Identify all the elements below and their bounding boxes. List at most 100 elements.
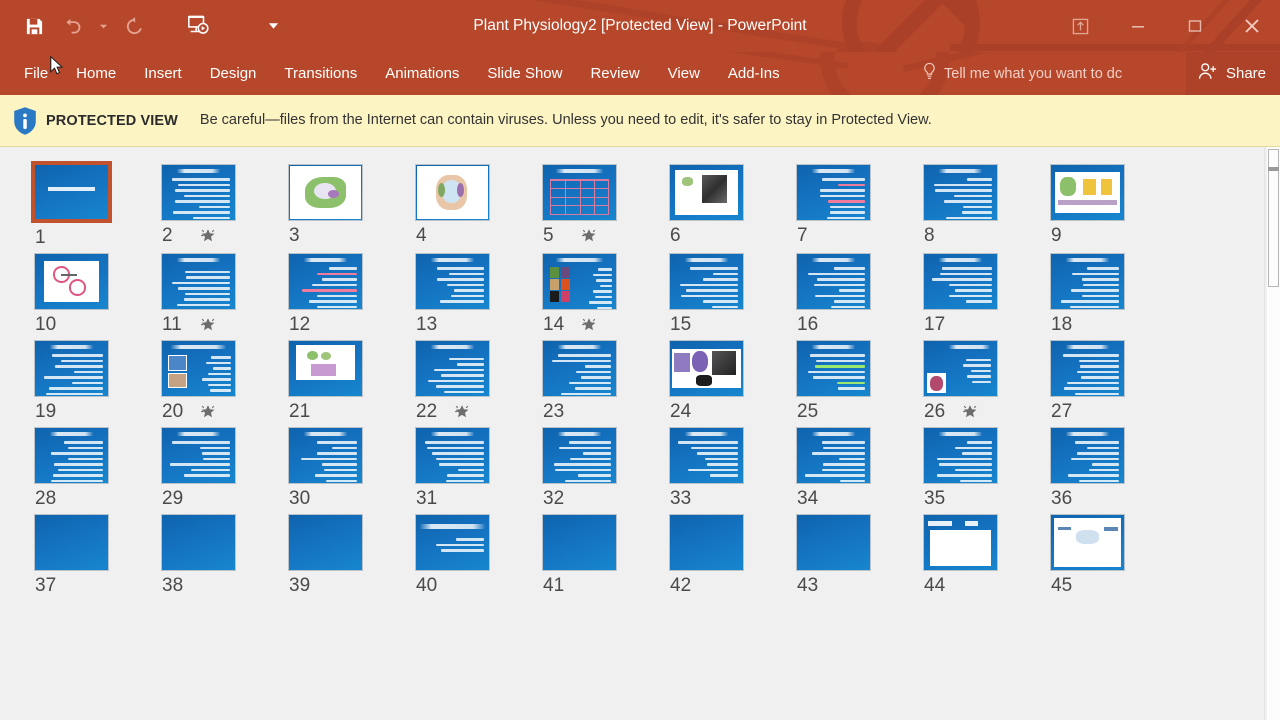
slide-meta: 1 [34, 223, 161, 253]
slide-thumbnail-36[interactable] [1050, 427, 1125, 484]
tab-animations[interactable]: Animations [371, 52, 473, 95]
slide-thumbnail-13[interactable] [415, 253, 490, 310]
slide-thumbnail-23[interactable] [542, 340, 617, 397]
tab-home[interactable]: Home [62, 52, 130, 95]
tab-view[interactable]: View [654, 52, 714, 95]
slide-thumbnail-22[interactable] [415, 340, 490, 397]
slide-thumbnail-35[interactable] [923, 427, 998, 484]
slide-thumbnail-24[interactable] [669, 340, 744, 397]
slide-thumbnail-wrapper [542, 253, 618, 310]
slide-thumbnail-wrapper [796, 514, 872, 571]
undo-icon[interactable] [54, 9, 90, 43]
slide-cell: 37 [34, 514, 161, 601]
share-button[interactable]: Share [1185, 52, 1280, 95]
slide-thumbnail-39[interactable] [288, 514, 363, 571]
slide-meta: 39 [288, 571, 415, 601]
slide-thumbnail-8[interactable] [923, 164, 998, 221]
protected-view-badge: PROTECTED VIEW [46, 112, 178, 129]
tab-file[interactable]: File [10, 52, 62, 95]
slide-thumbnail-15[interactable] [669, 253, 744, 310]
tab-design[interactable]: Design [196, 52, 271, 95]
slide-thumbnail-7[interactable] [796, 164, 871, 221]
slide-thumbnail-wrapper [31, 161, 112, 223]
slide-thumbnail-1[interactable] [31, 161, 112, 223]
tab-slide-show[interactable]: Slide Show [473, 52, 576, 95]
slide-thumbnail-11[interactable] [161, 253, 236, 310]
slide-thumbnail-14[interactable] [542, 253, 617, 310]
slide-thumbnail-40[interactable] [415, 514, 490, 571]
slide-thumbnail-12[interactable] [288, 253, 363, 310]
slide-thumbnail-18[interactable] [1050, 253, 1125, 310]
slide-meta: 38 [161, 571, 288, 601]
slide-meta: 4 [415, 221, 542, 251]
slide-thumbnail-6[interactable] [669, 164, 744, 221]
slide-thumbnail-29[interactable] [161, 427, 236, 484]
slide-meta: 8 [923, 221, 1050, 251]
slide-thumbnail-27[interactable] [1050, 340, 1125, 397]
slide-meta: 34 [796, 484, 923, 514]
slide-thumbnail-37[interactable] [34, 514, 109, 571]
slide-number: 13 [416, 314, 438, 335]
decor-swoosh [482, 0, 898, 52]
tell-me-search[interactable]: Tell me what you want to dc [922, 52, 1122, 95]
slide-thumbnail-21[interactable] [288, 340, 363, 397]
slide-cell: 28 [34, 427, 161, 514]
slide-thumbnail-10[interactable] [34, 253, 109, 310]
slide-cell: 6 [669, 164, 796, 253]
slide-background [35, 515, 108, 570]
minimize-icon[interactable] [1109, 0, 1166, 52]
slide-meta: 45 [1050, 571, 1177, 601]
slide-sorter-pane[interactable]: 1 2 3 4 5 6 7 8 9 10 11 12 13 14 15 16 17 18 19 20 21 22 23 24 2… [0, 147, 1280, 720]
redo-icon[interactable] [116, 9, 152, 43]
slide-thumbnail-43[interactable] [796, 514, 871, 571]
slide-thumbnail-4[interactable] [415, 164, 490, 221]
slide-thumbnail-41[interactable] [542, 514, 617, 571]
slide-thumbnail-31[interactable] [415, 427, 490, 484]
slide-thumbnail-19[interactable] [34, 340, 109, 397]
slide-thumbnail-17[interactable] [923, 253, 998, 310]
undo-chevron-down-icon[interactable] [92, 9, 114, 43]
slide-thumbnail-32[interactable] [542, 427, 617, 484]
slide-thumbnail-wrapper [415, 164, 491, 221]
slide-thumbnail-wrapper [542, 427, 618, 484]
slide-thumbnail-44[interactable] [923, 514, 998, 571]
tab-transitions[interactable]: Transitions [270, 52, 371, 95]
customize-qat-chevron-down-icon[interactable] [262, 9, 284, 43]
slide-thumbnail-25[interactable] [796, 340, 871, 397]
ribbon-display-options-icon[interactable] [1052, 0, 1109, 52]
slide-thumbnail-16[interactable] [796, 253, 871, 310]
slide-thumbnail-45[interactable] [1050, 514, 1125, 571]
maximize-icon[interactable] [1166, 0, 1223, 52]
slide-thumbnail-wrapper [923, 427, 999, 484]
slide-cell: 23 [542, 340, 669, 427]
slide-thumbnail-26[interactable] [923, 340, 998, 397]
save-icon[interactable] [16, 9, 52, 43]
slide-thumbnail-28[interactable] [34, 427, 109, 484]
slide-thumbnail-9[interactable] [1050, 164, 1125, 221]
slide-thumbnail-wrapper [415, 340, 491, 397]
slide-cell: 2 [161, 164, 288, 253]
tab-review[interactable]: Review [576, 52, 653, 95]
slide-thumbnail-38[interactable] [161, 514, 236, 571]
slide-thumbnail-20[interactable] [161, 340, 236, 397]
slideshow-icon[interactable] [180, 9, 216, 43]
slide-meta: 40 [415, 571, 542, 601]
slide-thumbnail-wrapper [1050, 340, 1126, 397]
tab-insert[interactable]: Insert [130, 52, 196, 95]
close-icon[interactable] [1223, 0, 1280, 52]
animation-star-icon [582, 318, 596, 331]
slide-thumbnail-34[interactable] [796, 427, 871, 484]
vertical-scrollbar[interactable] [1264, 147, 1280, 720]
slide-meta: 13 [415, 310, 542, 340]
slide-cell: 1 [31, 161, 161, 253]
slide-thumbnail-33[interactable] [669, 427, 744, 484]
tab-add-ins[interactable]: Add-Ins [714, 52, 794, 95]
slide-thumbnail-42[interactable] [669, 514, 744, 571]
slide-thumbnail-30[interactable] [288, 427, 363, 484]
slide-thumbnail-5[interactable] [542, 164, 617, 221]
slide-thumbnail-2[interactable] [161, 164, 236, 221]
slide-thumbnail-wrapper [669, 340, 745, 397]
slide-meta: 32 [542, 484, 669, 514]
person-add-icon [1198, 62, 1218, 85]
slide-thumbnail-3[interactable] [288, 164, 363, 221]
